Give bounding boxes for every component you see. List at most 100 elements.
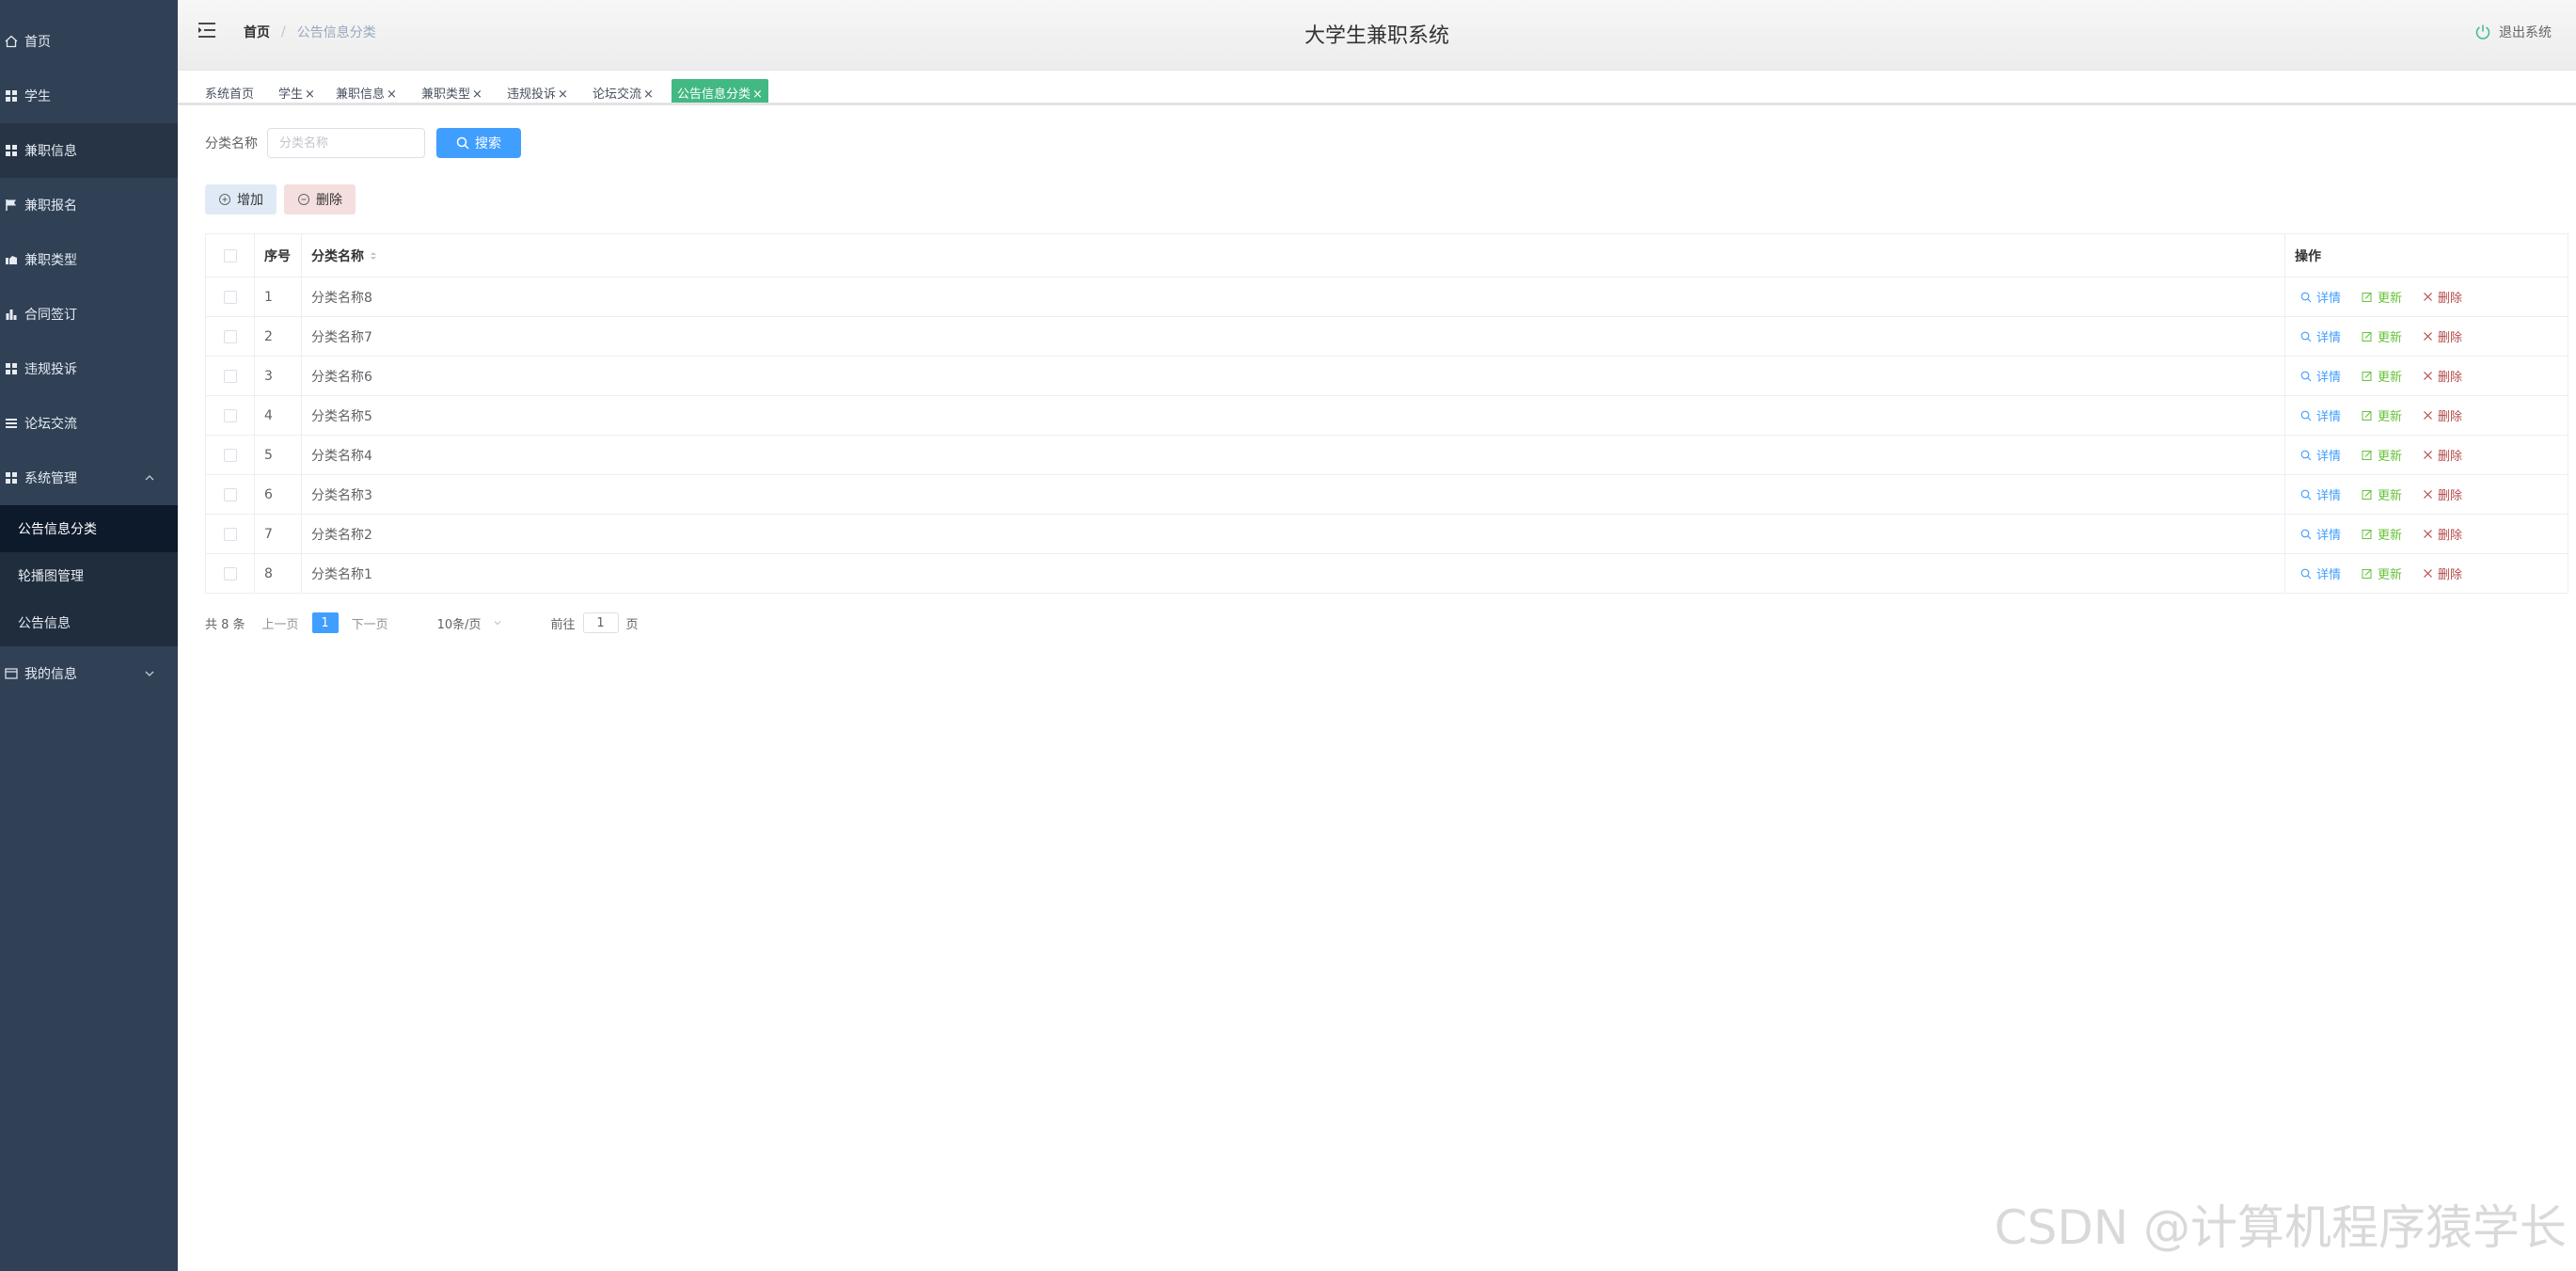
list-icon — [4, 416, 19, 431]
detail-button[interactable]: 详情 — [2300, 406, 2341, 424]
detail-button[interactable]: 详情 — [2300, 446, 2341, 464]
detail-button[interactable]: 详情 — [2300, 564, 2341, 582]
sidebar-item-label: 兼职信息 — [24, 144, 77, 159]
search-icon — [2300, 331, 2312, 342]
sidebar-item-contract[interactable]: 合同签订 — [0, 287, 178, 342]
tab-student[interactable]: 学生 × — [278, 79, 315, 103]
detail-button[interactable]: 详情 — [2300, 288, 2341, 306]
row-index: 4 — [255, 396, 302, 435]
row-checkbox[interactable] — [223, 329, 237, 343]
sidebar-item-student[interactable]: 学生 — [0, 69, 178, 123]
header-index: 序号 — [255, 234, 302, 277]
row-checkbox[interactable] — [223, 527, 237, 541]
menu-toggle-icon[interactable] — [197, 21, 217, 40]
update-button[interactable]: 更新 — [2362, 327, 2402, 345]
sidebar-item-parttime-type[interactable]: 兼职类型 — [0, 232, 178, 287]
update-button[interactable]: 更新 — [2362, 446, 2402, 464]
delete-button[interactable]: 删除 — [2423, 525, 2462, 543]
search-label: 分类名称 — [205, 136, 258, 151]
plus-circle-icon — [219, 194, 230, 205]
grid-icon — [4, 361, 19, 376]
card-icon — [4, 666, 19, 681]
sidebar-item-home[interactable]: 首页 — [0, 14, 178, 69]
row-checkbox[interactable] — [223, 408, 237, 422]
search-button[interactable]: 搜索 — [436, 128, 521, 158]
update-button[interactable]: 更新 — [2362, 367, 2402, 385]
close-icon[interactable]: × — [643, 87, 654, 102]
page-size-select[interactable]: 10条/页 — [437, 614, 502, 632]
detail-button[interactable]: 详情 — [2300, 485, 2341, 503]
logout-button[interactable]: 退出系统 — [2474, 23, 2552, 41]
delete-button[interactable]: 删除 — [2423, 485, 2462, 503]
update-button[interactable]: 更新 — [2362, 485, 2402, 503]
delete-button[interactable]: 删除 — [2423, 288, 2462, 306]
page-jump-input[interactable] — [582, 612, 619, 633]
row-name: 分类名称5 — [302, 396, 2285, 435]
row-checkbox[interactable] — [223, 566, 237, 580]
close-icon[interactable]: × — [558, 87, 568, 102]
edit-icon — [2362, 292, 2372, 302]
delete-button[interactable]: 删除 — [2423, 327, 2462, 345]
close-icon[interactable]: × — [472, 87, 482, 102]
header-ops: 操作 — [2295, 248, 2321, 264]
update-button[interactable]: 更新 — [2362, 406, 2402, 424]
delete-button[interactable]: 删除 — [2423, 367, 2462, 385]
sidebar-item-label: 论坛交流 — [24, 417, 77, 432]
delete-button[interactable]: 删除 — [2423, 564, 2462, 582]
close-icon[interactable]: × — [305, 87, 315, 102]
row-name: 分类名称4 — [302, 436, 2285, 474]
detail-button[interactable]: 详情 — [2300, 525, 2341, 543]
tab-parttime-type[interactable]: 兼职类型 × — [421, 79, 482, 103]
row-checkbox[interactable] — [223, 448, 237, 462]
row-index: 5 — [255, 436, 302, 474]
row-actions: 详情 更新 删除 — [2285, 278, 2568, 316]
tab-complaint[interactable]: 违规投诉 × — [507, 79, 568, 103]
breadcrumb: 首页 / 公告信息分类 — [244, 23, 376, 41]
batch-delete-button[interactable]: 删除 — [284, 184, 356, 214]
sidebar-item-label: 违规投诉 — [24, 362, 77, 377]
sidebar-subitem-notice-category[interactable]: 公告信息分类 — [0, 505, 178, 552]
sidebar-item-parttime-info[interactable]: 兼职信息 — [0, 123, 178, 178]
sidebar-subitem-carousel[interactable]: 轮播图管理 — [0, 552, 178, 599]
sidebar-item-complaint[interactable]: 违规投诉 — [0, 342, 178, 396]
delete-button[interactable]: 删除 — [2423, 406, 2462, 424]
search-icon — [2300, 371, 2312, 381]
action-toolbar: 增加 删除 — [205, 184, 356, 214]
sort-icon[interactable] — [370, 250, 377, 262]
update-button[interactable]: 更新 — [2362, 564, 2402, 582]
row-checkbox[interactable] — [223, 290, 237, 304]
sidebar-subitem-notice[interactable]: 公告信息 — [0, 599, 178, 646]
row-checkbox[interactable] — [223, 369, 237, 383]
delete-button[interactable]: 删除 — [2423, 446, 2462, 464]
update-button[interactable]: 更新 — [2362, 288, 2402, 306]
tab-parttime-info[interactable]: 兼职信息 × — [336, 79, 397, 103]
tab-home[interactable]: 系统首页 — [205, 79, 254, 103]
sidebar-item-system[interactable]: 系统管理 — [0, 451, 178, 505]
row-checkbox[interactable] — [223, 487, 237, 501]
prev-page-button[interactable]: 上一页 — [262, 614, 299, 632]
select-all-checkbox[interactable] — [223, 248, 237, 262]
search-icon — [2300, 410, 2312, 421]
sidebar-item-parttime-signup[interactable]: 兼职报名 — [0, 178, 178, 232]
header-name[interactable]: 分类名称 — [302, 234, 2285, 277]
table-row: 8 分类名称1 详情 更新 删除 — [206, 554, 2568, 594]
detail-button[interactable]: 详情 — [2300, 327, 2341, 345]
sidebar-item-label: 兼职类型 — [24, 253, 77, 268]
detail-button[interactable]: 详情 — [2300, 367, 2341, 385]
page-number-button[interactable]: 1 — [311, 612, 339, 633]
update-button[interactable]: 更新 — [2362, 525, 2402, 543]
tab-notice-category[interactable]: 公告信息分类 × — [672, 79, 768, 103]
cart-icon — [4, 252, 19, 267]
tab-forum[interactable]: 论坛交流 × — [593, 79, 654, 103]
close-icon[interactable]: × — [387, 87, 397, 102]
add-button[interactable]: 增加 — [205, 184, 277, 214]
sidebar-item-label: 学生 — [24, 89, 51, 104]
breadcrumb-home[interactable]: 首页 — [244, 23, 270, 41]
search-input[interactable] — [267, 128, 425, 158]
close-icon[interactable]: × — [752, 87, 763, 102]
top-header: 首页 / 公告信息分类 大学生兼职系统 退出系统 — [178, 0, 2576, 71]
sidebar-item-forum[interactable]: 论坛交流 — [0, 396, 178, 451]
next-page-button[interactable]: 下一页 — [352, 614, 388, 632]
sidebar-item-my-info[interactable]: 我的信息 — [0, 646, 178, 701]
table-row: 3 分类名称6 详情 更新 删除 — [206, 357, 2568, 396]
